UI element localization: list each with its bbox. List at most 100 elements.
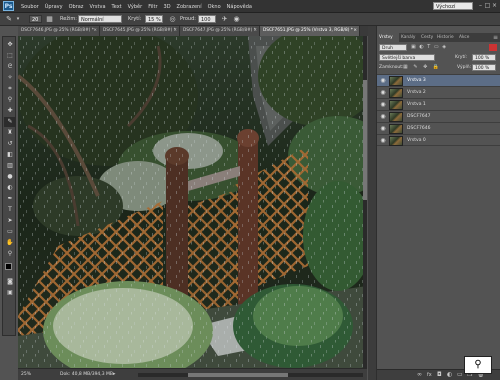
toolbox: ✥ ⬚ ᘓ ✧ ⌗ ⚲ ✚ ✎ ♜ ↺ ◧ ▥ ● ◐ ✒ T ➤ ▭ ✋ ⚲ … xyxy=(2,36,16,336)
layer-row[interactable]: ◉ Vrstva 0 xyxy=(377,134,500,146)
layer-opacity-label: Krytí: xyxy=(455,55,467,60)
tab-document-4[interactable]: DSCF7651.JPG @ 25% (Vrstva 3, RGB/8) * × xyxy=(260,26,360,36)
layer-thumbnail xyxy=(389,112,403,122)
menu-edit[interactable]: Úpravy xyxy=(45,4,63,10)
menu-filter[interactable]: Filtr xyxy=(148,4,157,10)
filter-icons[interactable]: ▣ ◐ T ▭ ◈ xyxy=(411,44,461,51)
mode-select[interactable]: Normální xyxy=(78,15,122,23)
layer-row[interactable]: ◉ DSCF7646 xyxy=(377,122,500,134)
layer-row[interactable]: ◉ Vrstva 1 xyxy=(377,98,500,110)
quick-mask-icon[interactable]: ◙ xyxy=(4,277,16,287)
eyedropper-tool-icon[interactable]: ⚲ xyxy=(4,95,16,105)
gradient-tool-icon[interactable]: ▥ xyxy=(4,161,16,171)
menu-file[interactable]: Soubor xyxy=(21,4,39,10)
eye-icon[interactable]: ◉ xyxy=(379,77,387,85)
overlay-logo-icon: ⚲ xyxy=(464,356,492,374)
fx-icon[interactable]: fx xyxy=(427,370,432,380)
screen-mode-icon[interactable]: ▣ xyxy=(4,288,16,298)
eye-icon[interactable]: ◉ xyxy=(379,89,387,97)
zoom-level[interactable]: 25% xyxy=(21,370,35,379)
eraser-tool-icon[interactable]: ◧ xyxy=(4,150,16,160)
scrollbar-thumb[interactable] xyxy=(188,373,288,377)
layer-row[interactable]: ◉ Vrstva 2 xyxy=(377,86,500,98)
tab-layers[interactable]: Vrstvy xyxy=(377,33,399,42)
blend-mode-select[interactable]: Světlejší barva xyxy=(379,54,435,61)
lasso-tool-icon[interactable]: ᘓ xyxy=(4,62,16,72)
layer-filter-select[interactable]: Druh xyxy=(379,44,407,51)
layer-name: Vrstva 0 xyxy=(407,138,426,143)
move-tool-icon[interactable]: ✥ xyxy=(4,40,16,50)
pressure-size-icon[interactable]: ◉ xyxy=(232,15,241,24)
menu-image[interactable]: Obraz xyxy=(69,4,84,10)
brush-size-preview[interactable]: 20 xyxy=(29,15,42,23)
panel-menu-icon[interactable]: ≡ xyxy=(491,33,500,42)
marquee-tool-icon[interactable]: ⬚ xyxy=(4,51,16,61)
eye-icon[interactable]: ◉ xyxy=(379,101,387,109)
path-select-tool-icon[interactable]: ➤ xyxy=(4,216,16,226)
document-size: Dok: 40,8 MB/394,3 MB xyxy=(60,372,113,377)
brush-panel-icon[interactable]: ▦ xyxy=(45,15,54,24)
blur-tool-icon[interactable]: ● xyxy=(4,172,16,182)
shape-tool-icon[interactable]: ▭ xyxy=(4,227,16,237)
brush-tool-icon[interactable]: ✎ xyxy=(4,15,14,24)
filter-toggle-icon[interactable] xyxy=(489,44,497,51)
airbrush-icon[interactable]: ✈ xyxy=(220,15,229,24)
fill-input[interactable]: 100 % xyxy=(472,64,496,71)
menu-help[interactable]: Nápověda xyxy=(227,4,252,10)
layer-thumbnail xyxy=(389,76,403,86)
main-menu: Soubor Úpravy Obraz Vrstva Text Výběr Fi… xyxy=(21,0,252,13)
close-tab-icon[interactable]: × xyxy=(253,26,257,36)
pressure-opacity-icon[interactable]: ◎ xyxy=(168,15,177,24)
foreground-color-swatch[interactable] xyxy=(5,263,12,270)
workspace-select[interactable]: Výchozí xyxy=(433,2,473,10)
type-tool-icon[interactable]: T xyxy=(4,205,16,215)
tab-history[interactable]: Historie xyxy=(435,33,457,42)
tab-channels[interactable]: Kanály xyxy=(399,33,419,42)
tab-document-2[interactable]: DSCF7645.JPG @ 25% (RGB/8#) * × xyxy=(100,26,180,36)
vertical-scrollbar-thumb[interactable] xyxy=(363,80,367,200)
close-tab-icon[interactable]: × xyxy=(353,26,357,36)
mode-label: Režim: xyxy=(60,16,77,22)
lock-icons[interactable]: ▦ ✎ ✥ 🔒 xyxy=(403,64,443,71)
folder-icon[interactable]: ▭ xyxy=(457,370,463,380)
eye-icon[interactable]: ◉ xyxy=(379,125,387,133)
adjustment-layer-icon[interactable]: ◐ xyxy=(447,370,452,380)
tab-document-1[interactable]: DSCF7646.JPG @ 25% (RGB/8#) * × xyxy=(18,26,100,36)
menu-3d[interactable]: 3D xyxy=(164,4,171,10)
clone-stamp-tool-icon[interactable]: ♜ xyxy=(4,128,16,138)
menu-text[interactable]: Text xyxy=(112,4,122,10)
tab-actions[interactable]: Akce xyxy=(457,33,473,42)
eye-icon[interactable]: ◉ xyxy=(379,113,387,121)
document-tabs: DSCF7646.JPG @ 25% (RGB/8#) * × DSCF7645.… xyxy=(18,26,368,36)
flow-input[interactable]: 100 % xyxy=(198,15,216,31)
healing-tool-icon[interactable]: ✚ xyxy=(4,106,16,116)
brush-tool-icon[interactable]: ✎ xyxy=(4,117,16,127)
pen-tool-icon[interactable]: ✒ xyxy=(4,194,16,204)
layer-row[interactable]: ◉ DSCF7647 xyxy=(377,110,500,122)
menu-view[interactable]: Zobrazení xyxy=(177,4,202,10)
link-icon[interactable]: ∞ xyxy=(417,370,422,380)
close-tab-icon[interactable]: × xyxy=(93,26,97,36)
close-tab-icon[interactable]: × xyxy=(173,26,177,36)
tab-document-3[interactable]: DSCF7647.JPG @ 25% (RGB/8#) * × xyxy=(180,26,260,36)
history-brush-tool-icon[interactable]: ↺ xyxy=(4,139,16,149)
hand-tool-icon[interactable]: ✋ xyxy=(4,238,16,248)
menu-window[interactable]: Okno xyxy=(208,4,221,10)
crop-tool-icon[interactable]: ⌗ xyxy=(4,84,16,94)
zoom-tool-icon[interactable]: ⚲ xyxy=(4,249,16,259)
status-menu-icon[interactable]: ▸ xyxy=(113,370,121,379)
dodge-tool-icon[interactable]: ◐ xyxy=(4,183,16,193)
eye-icon[interactable]: ◉ xyxy=(379,137,387,145)
flow-label: Proud: xyxy=(180,16,196,22)
chevron-down-icon[interactable]: ▾ xyxy=(15,15,21,24)
document-canvas[interactable] xyxy=(18,36,367,368)
layer-opacity-input[interactable]: 100 % xyxy=(472,54,496,61)
quick-select-tool-icon[interactable]: ✧ xyxy=(4,73,16,83)
opacity-input[interactable]: 15 % xyxy=(145,15,163,23)
tab-paths[interactable]: Cesty xyxy=(419,33,435,42)
menu-select[interactable]: Výběr xyxy=(128,4,143,10)
close-window-icon[interactable]: × xyxy=(490,2,499,10)
mask-icon[interactable]: ◘ xyxy=(437,370,442,380)
layer-row[interactable]: ◉ Vrstva 3 xyxy=(377,74,500,86)
menu-layer[interactable]: Vrstva xyxy=(89,4,105,10)
